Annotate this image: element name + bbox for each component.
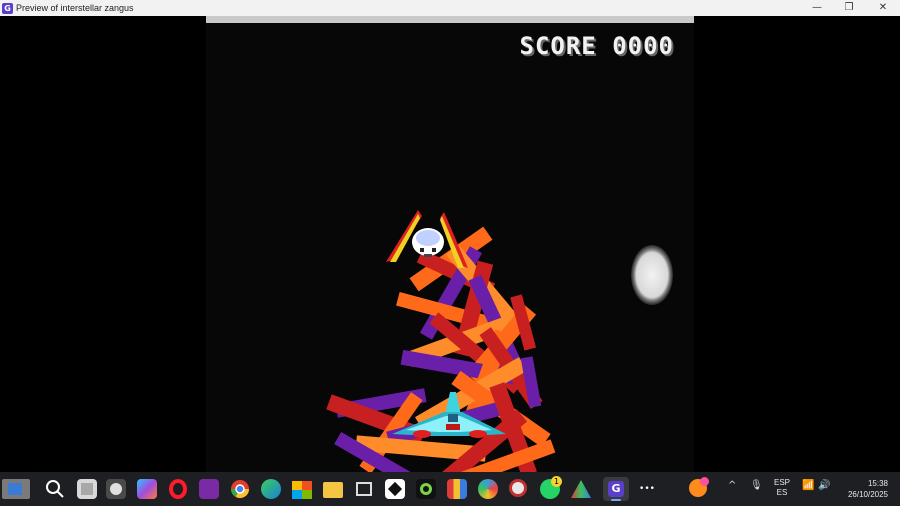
search-button[interactable] xyxy=(45,479,65,499)
active-indicator xyxy=(611,499,621,501)
notification-dot xyxy=(700,477,709,486)
search-icon xyxy=(46,480,64,498)
edge-button[interactable] xyxy=(261,479,281,499)
clock[interactable]: 15:38 26/10/2025 xyxy=(838,478,888,500)
microphone-icon[interactable]: 🎙 xyxy=(750,480,763,491)
whatsapp-badge: 1 xyxy=(551,476,562,487)
opera-button[interactable] xyxy=(168,479,188,499)
app-button-stripes[interactable] xyxy=(447,479,467,499)
app-button-tool[interactable] xyxy=(509,479,529,499)
store-button[interactable] xyxy=(292,479,312,499)
app-button-prism[interactable] xyxy=(571,479,591,499)
app-button-green[interactable] xyxy=(416,479,436,499)
palette-icon xyxy=(478,479,498,499)
file-explorer-button[interactable] xyxy=(323,479,343,499)
app-button-diamond[interactable] xyxy=(385,479,405,499)
wifi-icon[interactable]: 📶 xyxy=(802,480,814,491)
maximize-button[interactable]: ❐ xyxy=(832,0,866,16)
close-button[interactable]: ✕ xyxy=(866,0,900,16)
opera-icon xyxy=(169,479,187,499)
chrome-icon xyxy=(231,480,249,499)
language-line1: ESP xyxy=(773,478,790,487)
game-stage: SCORE 0000 xyxy=(0,16,900,472)
clock-time: 15:38 xyxy=(867,479,888,488)
title-bar: G Preview of interstellar zangus — ❐ ✕ xyxy=(0,0,900,16)
diamond-icon xyxy=(387,481,403,497)
game-viewport[interactable]: SCORE 0000 xyxy=(206,16,694,472)
windows-start-icon xyxy=(8,483,22,495)
app-button-copilot-color[interactable] xyxy=(137,479,157,499)
language-indicator[interactable]: ESP ES xyxy=(772,478,792,498)
gdevelop-app-icon: G xyxy=(2,2,13,14)
app-button-tablet[interactable] xyxy=(354,479,374,499)
prism-icon xyxy=(571,480,591,498)
edge-icon xyxy=(261,479,281,499)
notification-app-button[interactable] xyxy=(689,477,709,499)
green-app-icon xyxy=(420,483,432,495)
volume-icon[interactable]: 🔊 xyxy=(818,480,830,491)
copilot-icon xyxy=(110,483,122,495)
game-scene xyxy=(326,210,673,472)
gdevelop-button[interactable]: G xyxy=(603,477,629,501)
chrome-button[interactable] xyxy=(230,479,250,499)
folder-icon xyxy=(323,482,343,498)
window-title: Preview of interstellar zangus xyxy=(16,3,134,13)
tool-icon xyxy=(509,479,527,497)
score-display: SCORE 0000 xyxy=(519,32,674,60)
start-button[interactable] xyxy=(2,479,30,499)
whatsapp-button[interactable]: 1 xyxy=(540,476,562,499)
app-button-paint[interactable] xyxy=(478,479,498,499)
app-button-purple[interactable] xyxy=(199,479,219,499)
store-icon xyxy=(292,481,312,499)
moon xyxy=(631,245,673,305)
viewport-top-strip xyxy=(206,16,694,23)
task-view-icon xyxy=(81,483,93,495)
copilot-button[interactable] xyxy=(106,479,126,499)
minimize-button[interactable]: — xyxy=(800,0,834,16)
clock-date: 26/10/2025 xyxy=(847,490,888,499)
tablet-icon xyxy=(356,482,372,496)
language-line2: ES xyxy=(776,488,788,497)
gdevelop-icon: G xyxy=(608,481,624,497)
task-view-button[interactable] xyxy=(77,479,97,499)
tray-chevron[interactable]: ^ xyxy=(728,480,736,491)
taskbar-overflow-button[interactable]: ••• xyxy=(636,479,658,499)
